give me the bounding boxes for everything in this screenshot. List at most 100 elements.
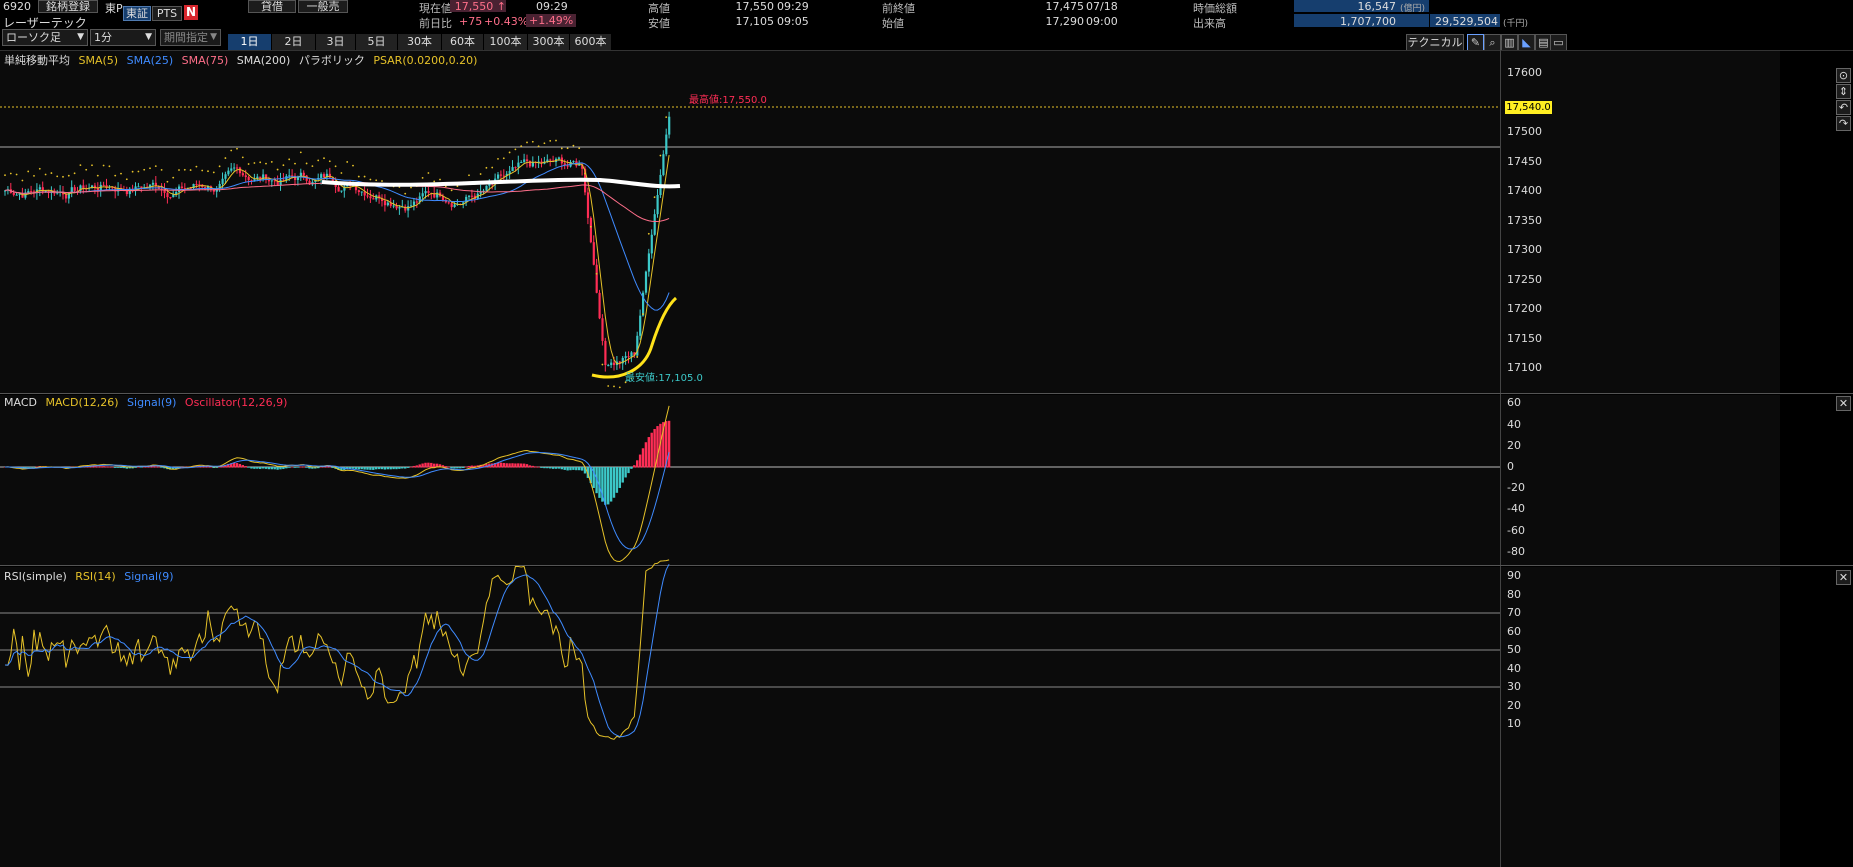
exchange-tse-button[interactable]: 東証 [123,6,151,21]
market-cap-value: 16,547 [1357,0,1397,13]
legend-parabolic: パラボリック [298,54,365,67]
chart-type-select[interactable]: ローソク足 ▼ [2,29,88,46]
prev-close-value: 17,475 [1045,0,1085,13]
technical-button[interactable]: テクニカル [1406,34,1464,51]
undo-icon[interactable]: ↶ [1836,100,1851,115]
rsi-tick: 40 [1507,661,1521,675]
watchlist-button[interactable]: 銘柄登録 [38,0,98,13]
turnover-value: 29,529,504 [1435,15,1498,28]
macd-tick: 60 [1507,396,1521,410]
market-cap-label: 時価総額 [1193,2,1237,15]
price-tick: 17350 [1507,213,1542,227]
legend-title: 単純移動平均 [4,54,70,67]
interval-value: 1分 [94,31,112,44]
price-tick: 17450 [1507,154,1542,168]
change-percent: +0.43% [484,15,529,28]
rsi-tick: 10 [1507,717,1521,730]
credit-button[interactable]: 貸借 [248,0,296,13]
draw-pencil-icon[interactable]: ✎ [1467,34,1484,51]
high-value: 17,550 [735,0,775,13]
price-legend: 単純移動平均 SMA(5) SMA(25) SMA(75) SMA(200) パ… [4,52,482,68]
macd-title: MACD [4,396,37,409]
rsi-tick: 90 [1507,569,1521,582]
high-annotation: 最高値:17,550.0 [689,95,767,106]
macd-signal-label: Signal(9) [127,396,177,409]
pin-icon[interactable]: ⊙ [1836,68,1851,83]
up-arrow-icon: ↑ [496,0,506,13]
price-tick: 17400 [1507,184,1542,197]
period-tab-3[interactable]: 5日 [356,34,398,51]
caret-down-icon: ▼ [210,32,217,42]
close-macd-icon[interactable]: ✕ [1836,396,1851,411]
legend-sma5: SMA(5) [78,54,119,67]
caret-down-icon: ▼ [77,32,84,42]
current-price-value: 17,550 ↑ [450,0,506,13]
redo-icon[interactable]: ↷ [1836,116,1851,131]
exchange-pts-button[interactable]: PTS [152,6,182,21]
low-value: 17,105 [735,15,775,28]
period-tab-4[interactable]: 30本 [398,34,442,51]
period-tab-7[interactable]: 300本 [528,34,570,51]
legend-sma75: SMA(75) [181,54,229,67]
rsi-tick: 20 [1507,698,1521,712]
rsi-signal-label: Signal(9) [124,570,174,583]
legend-sma200: SMA(200) [236,54,291,67]
low-annotation: 最安値:17,105.0 [625,373,703,384]
rsi-tick: 80 [1507,587,1521,601]
volume-bars-icon[interactable]: ▥ [1501,34,1518,51]
zoom-icon[interactable]: ⌕ [1484,34,1501,51]
chart-type-value: ローソク足 [6,31,61,44]
period-tab-8[interactable]: 600本 [570,34,612,51]
price-tick: 17100 [1507,361,1542,374]
close-rsi-icon[interactable]: ✕ [1836,570,1851,585]
area-chart-icon[interactable]: ◣ [1518,34,1535,51]
interval-select[interactable]: 1分 ▼ [90,29,156,46]
rsi-tick: 30 [1507,680,1521,693]
macd-tick: 20 [1507,438,1521,452]
open-value: 17,290 [1045,15,1085,28]
range-select[interactable]: 期間指定 ▼ [160,29,221,46]
legend-psar: PSAR(0.0200,0.20) [373,54,478,67]
caret-down-icon: ▼ [145,32,152,42]
period-tab-6[interactable]: 100本 [484,34,528,51]
macd-tick: -60 [1507,523,1525,537]
change-percent-2: +1.49% [526,14,577,27]
volume-label: 出来高 [1193,17,1226,30]
macd-tick: -40 [1507,502,1525,516]
current-price-label: 現在値 [419,2,452,15]
turnover-unit: (千円) [1503,19,1529,29]
macd-tick: 0 [1507,460,1514,473]
macd-tick: -20 [1507,481,1525,495]
price-tick: 17600 [1507,66,1542,79]
price-tick: 17300 [1507,243,1542,256]
general-sell-button[interactable]: 一般売 [298,0,348,13]
macd-legend: MACD MACD(12,26) Signal(9) Oscillator(12… [4,396,292,409]
macd-tick: 40 [1507,417,1521,431]
legend-sma25: SMA(25) [126,54,174,67]
price-tick: 17200 [1507,302,1542,315]
nikkei-logo[interactable]: N [184,5,198,20]
rsi-tick: 70 [1507,606,1521,619]
macd-tick: -80 [1507,544,1525,558]
market-cap-unit: (億円) [1400,4,1426,14]
period-tab-2[interactable]: 3日 [316,34,356,51]
folder-icon[interactable]: ▭ [1550,34,1567,51]
rsi-line-label: RSI(14) [75,570,116,583]
period-tab-0[interactable]: 1日 [228,34,272,51]
market-label: 東P [105,2,123,15]
rsi-title: RSI(simple) [4,570,67,583]
price-tick: 17150 [1507,331,1542,345]
period-tab-5[interactable]: 60本 [442,34,484,51]
high-label: 高値 [648,2,670,15]
stock-code: 6920 [3,0,31,13]
change-label: 前日比 [419,17,452,30]
low-time: 09:05 [777,15,809,28]
rsi-tick: 60 [1507,624,1521,638]
high-time: 09:29 [777,0,809,13]
expand-icon[interactable]: ⇕ [1836,84,1851,99]
rsi-legend: RSI(simple) RSI(14) Signal(9) [4,570,179,583]
open-time: 09:00 [1086,15,1118,28]
period-tab-1[interactable]: 2日 [272,34,316,51]
range-value: 期間指定 [164,31,208,44]
prev-close-label: 前終値 [882,2,915,15]
